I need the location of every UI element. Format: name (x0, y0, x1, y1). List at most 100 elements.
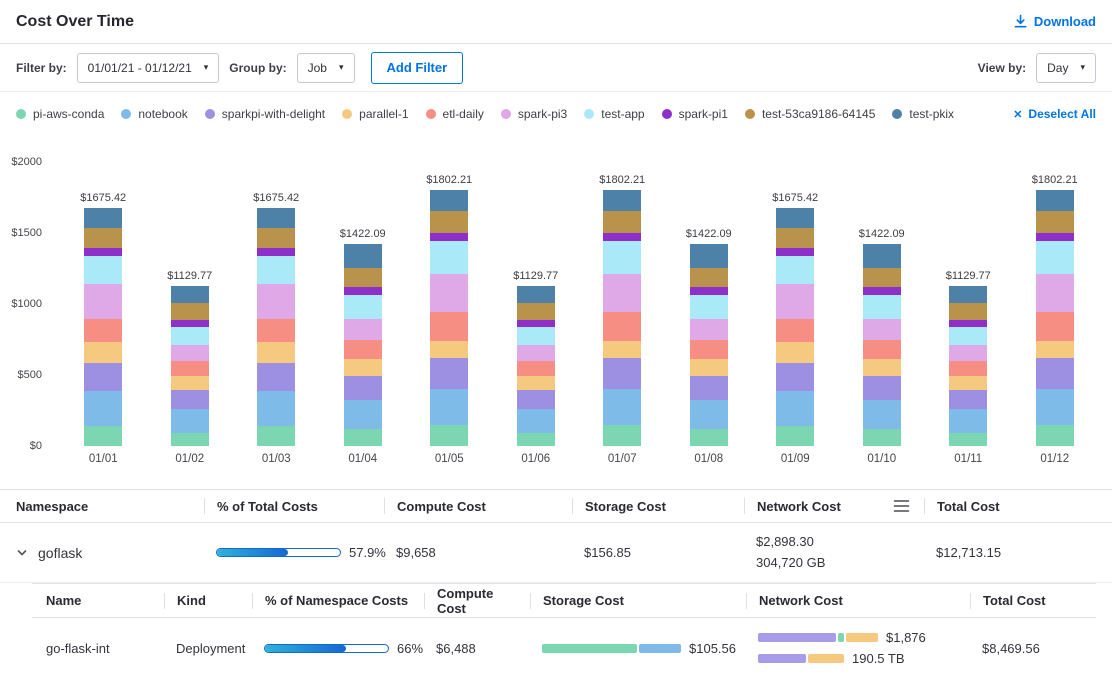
stacked-bar[interactable] (430, 190, 468, 446)
stacked-bar[interactable] (690, 244, 728, 446)
bar-segment (846, 633, 878, 642)
bar-segment-test-pkix (257, 208, 295, 228)
bar-segment-spark-pi1 (863, 287, 901, 294)
bar-segment-pi-aws-conda (344, 429, 382, 446)
bar-segment-test-pkix (84, 208, 122, 228)
bar-segment-etl-daily (344, 340, 382, 359)
bar-segment-notebook (690, 400, 728, 429)
network-usage-value: 304,720 GB (756, 555, 924, 571)
legend-dot (892, 109, 902, 119)
x-tick-label: 01/09 (763, 453, 827, 465)
bar-segment-test-pkix (690, 244, 728, 268)
legend-item-test-53ca9186-64145[interactable]: test-53ca9186-64145 (745, 107, 875, 121)
x-tick-label: 01/10 (850, 453, 914, 465)
stacked-bar[interactable] (344, 244, 382, 446)
bar-segment (542, 644, 637, 653)
legend-item-notebook[interactable]: notebook (121, 107, 187, 121)
date-range-select[interactable]: 01/01/21 - 01/12/21 ▾ (77, 53, 220, 83)
bar-segment-sparkpi-with-delight (430, 358, 468, 389)
bar-segment-parallel-1 (257, 342, 295, 363)
legend-label: spark-pi3 (518, 107, 567, 121)
col-header-compute: Compute Cost (384, 498, 572, 514)
x-tick-label: 01/02 (158, 453, 222, 465)
bar-segment-test-pkix (603, 190, 641, 211)
bar-segment-etl-daily (949, 361, 987, 377)
bar-total-label: $1129.77 (167, 270, 212, 282)
bar-segment-spark-pi1 (84, 248, 122, 256)
bar-segment-test-pkix (863, 244, 901, 268)
group-by-select[interactable]: Job ▾ (297, 53, 355, 83)
bar-total-label: $1422.09 (859, 228, 905, 240)
workload-table-header: Name Kind % of Namespace Costs Compute C… (32, 584, 1096, 618)
legend-item-test-app[interactable]: test-app (584, 107, 644, 121)
legend-item-sparkpi-with-delight[interactable]: sparkpi-with-delight (205, 107, 325, 121)
bar-segment (639, 644, 681, 653)
legend-item-parallel-1[interactable]: parallel-1 (342, 107, 408, 121)
storage-cost-value: $105.56 (689, 641, 736, 656)
column-settings-icon[interactable] (893, 499, 910, 513)
bar-segment-sparkpi-with-delight (690, 376, 728, 400)
pct-namespace-value: 66% (397, 641, 423, 656)
stacked-bar[interactable] (863, 244, 901, 446)
namespace-row[interactable]: goflask 57.9% $9,658 $156.85 $2,898.30 3… (0, 523, 1112, 583)
bar-segment-parallel-1 (863, 359, 901, 375)
y-tick-label: $0 (30, 440, 42, 452)
stacked-bar[interactable] (257, 208, 295, 446)
legend-item-spark-pi1[interactable]: spark-pi1 (662, 107, 728, 121)
col-header-network: Network Cost (744, 498, 924, 514)
chevron-down-icon[interactable] (16, 547, 28, 559)
chevron-down-icon: ▾ (339, 63, 344, 72)
page-header: Cost Over Time Download (0, 0, 1112, 44)
bar-segment-spark-pi3 (1036, 274, 1074, 312)
view-by-select[interactable]: Day ▾ (1036, 53, 1096, 83)
bar-segment-spark-pi3 (863, 319, 901, 340)
workload-row[interactable]: go-flask-int Deployment 66% $6,488 $105.… (32, 618, 1096, 678)
bar-segment-test-pkix (430, 190, 468, 211)
pct-total-value: 57.9% (349, 545, 386, 560)
bar-segment-spark-pi1 (171, 320, 209, 327)
bar-segment-spark-pi3 (776, 284, 814, 319)
legend-dot (745, 109, 755, 119)
cost-over-time-page: Cost Over Time Download Filter by: 01/01… (0, 0, 1112, 678)
view-by-label: View by: (978, 61, 1026, 75)
legend-dot (584, 109, 594, 119)
bar-segment-test-app (430, 241, 468, 274)
bar-segment-parallel-1 (776, 342, 814, 363)
stacked-bar[interactable] (603, 190, 641, 446)
bar-total-label: $1675.42 (80, 192, 126, 204)
deselect-all-button[interactable]: ✕ Deselect All (1013, 107, 1096, 121)
bar-segment-test-53ca9186-64145 (949, 303, 987, 319)
bar-segment-test-app (863, 295, 901, 319)
legend-item-test-pkix[interactable]: test-pkix (892, 107, 954, 121)
legend-item-pi-aws-conda[interactable]: pi-aws-conda (16, 107, 104, 121)
y-tick-label: $2000 (11, 156, 42, 168)
add-filter-button[interactable]: Add Filter (371, 52, 464, 84)
bar-column-01/09: $1675.42 (763, 192, 827, 446)
bar-segment-spark-pi1 (603, 233, 641, 242)
filter-toolbar: Filter by: 01/01/21 - 01/12/21 ▾ Group b… (0, 44, 1112, 92)
legend-item-spark-pi3[interactable]: spark-pi3 (501, 107, 567, 121)
bar-segment-notebook (257, 391, 295, 426)
network-usage-bar (758, 654, 844, 663)
stacked-bar[interactable] (949, 286, 987, 446)
pct-total-cell: 57.9% (204, 545, 384, 560)
bar-segment-spark-pi1 (949, 320, 987, 327)
col-header-pct-namespace: % of Namespace Costs (252, 593, 424, 609)
download-button[interactable]: Download (1013, 14, 1096, 29)
bar-total-label: $1675.42 (772, 192, 818, 204)
bar-segment-test-pkix (776, 208, 814, 228)
bar-segment-test-app (171, 327, 209, 345)
stacked-bar[interactable] (1036, 190, 1074, 446)
bar-segment-spark-pi3 (690, 319, 728, 340)
stacked-bar[interactable] (171, 286, 209, 446)
legend-label: notebook (138, 107, 187, 121)
stacked-bar[interactable] (776, 208, 814, 446)
stacked-bar[interactable] (84, 208, 122, 446)
bar-segment-test-53ca9186-64145 (690, 268, 728, 287)
x-tick-label: 01/01 (71, 453, 135, 465)
bar-column-01/10: $1422.09 (850, 228, 914, 446)
bar-segment-spark-pi3 (344, 319, 382, 340)
legend-item-etl-daily[interactable]: etl-daily (426, 107, 484, 121)
stacked-bar[interactable] (517, 286, 555, 446)
bar-total-label: $1129.77 (946, 270, 991, 282)
